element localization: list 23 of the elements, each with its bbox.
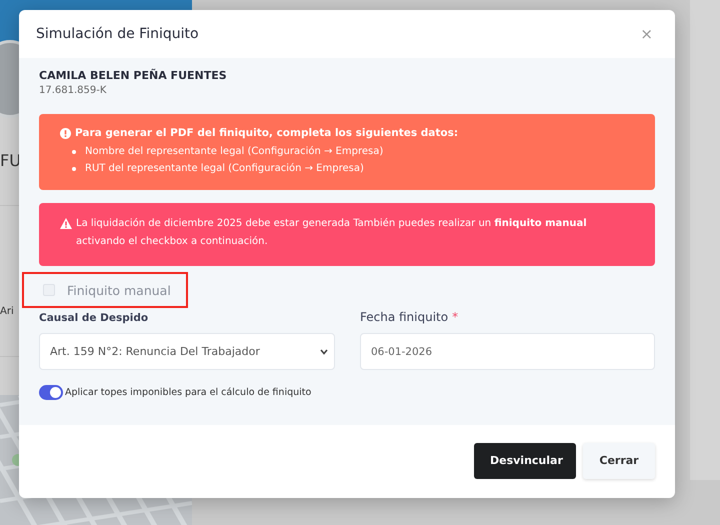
required-mark: * [452, 310, 458, 326]
toggle-label: Aplicar topes imponibles para el cálculo de finiquito [65, 387, 312, 398]
select-field[interactable]: Art. 159 N°2: Renuncia Del Trabajador [39, 333, 335, 370]
dialog-title: Simulación de Finiquito [36, 26, 199, 42]
alert-title: Para generar el PDF del finiquito, completa los siguientes datos: [75, 127, 458, 139]
chevron-down-icon [320, 348, 328, 354]
alert-item-text: Nombre del representante legal (Configuración → Empresa) [85, 145, 384, 159]
alert-item-text: RUT del representante legal (Configuración → Empresa) [85, 162, 364, 176]
bullet-icon [72, 150, 76, 154]
employee-rut: 17.681.859-K [39, 85, 108, 96]
field-label: Causal de Despido [39, 312, 150, 326]
alert-message: La liquidación de diciembre 2025 debe estar generada También puedes realizar un finiquito manual activando el checkbox a continuación. [76, 217, 588, 249]
checkbox-label: Finiquito manual [67, 282, 171, 298]
close-dialog-button[interactable]: Cerrar [583, 442, 655, 478]
address-text: Ari [0, 306, 14, 316]
toggle-switch[interactable] [39, 385, 63, 400]
bullet-icon [72, 166, 76, 170]
unlink-button[interactable]: Desvincular [474, 442, 576, 478]
date-field[interactable]: 06-01-2026 [360, 333, 655, 370]
employee-name: CAMILA BELEN PEÑA FUENTES [39, 69, 228, 82]
alert-icon [60, 128, 71, 138]
field-label: Fecha finiquito [360, 310, 448, 326]
warning-icon [60, 218, 72, 229]
